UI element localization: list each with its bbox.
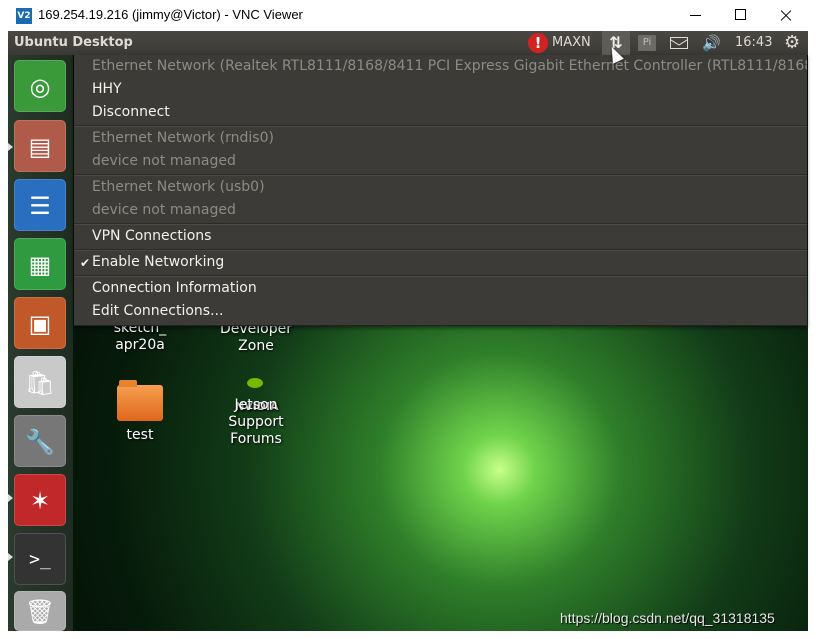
menu-separator [74, 275, 807, 277]
menu-item-ethernet-rndis0: Ethernet Network (rndis0) [92, 130, 274, 146]
desktop-icon-label: apr20a [115, 337, 165, 353]
presentation-icon: ▣ [28, 310, 52, 338]
top-panel: Ubuntu Desktop ! MAXN ⇅ Pi 🔊 16:43 ⚙ [8, 31, 808, 55]
menu-item-connection-information[interactable]: Connection Information [92, 280, 257, 296]
writer-button[interactable]: ☰ [14, 179, 66, 231]
running-indicator [8, 143, 13, 151]
network-menu: Ethernet Network (Realtek RTL8111/8168/8… [74, 55, 807, 326]
menu-item-enable-networking[interactable]: Enable Networking [92, 254, 224, 270]
trash-icon: 🗑 [24, 598, 56, 626]
wrench-gear-icon: 🔧 [25, 428, 55, 456]
file-cabinet-icon: ▤ [28, 133, 52, 161]
menu-item-disconnect[interactable]: Disconnect [92, 104, 170, 120]
window-bottom-border [0, 631, 816, 639]
maximize-button[interactable] [717, 0, 763, 31]
software-center-button[interactable]: 🛍 [14, 356, 66, 408]
menu-item-ethernet-realtek: Ethernet Network (Realtek RTL8111/8168/8… [92, 58, 807, 74]
close-button[interactable] [762, 0, 808, 31]
calc-button[interactable]: ▦ [14, 238, 66, 290]
minimize-button[interactable] [672, 0, 718, 31]
desktop-icon-label: Support [228, 414, 284, 430]
writer-document-icon: ☰ [29, 192, 51, 220]
desktop-icon-label: Zone [238, 338, 274, 354]
watermark: https://blog.csdn.net/qq_31318135 [560, 610, 775, 626]
window-left-border [0, 31, 8, 639]
shopping-bag-icon: 🛍 [24, 369, 56, 397]
mail-icon[interactable] [670, 37, 688, 49]
running-indicator [8, 494, 13, 502]
spider-web-icon: ✶ [29, 487, 51, 515]
desktop-icon-label: test [126, 427, 154, 443]
window-title-bar: V2 169.254.19.216 (jimmy@Victor) - VNC V… [0, 0, 816, 32]
gear-icon[interactable]: ⚙ [784, 32, 800, 56]
impress-button[interactable]: ▣ [14, 297, 66, 349]
desktop-icon-developer-zone[interactable]: Developer Zone [211, 321, 301, 355]
terminal-icon: >_ [29, 549, 51, 570]
menu-item-hhy[interactable]: HHY [92, 81, 122, 97]
spider-app-button[interactable]: ✶ [14, 474, 66, 526]
vnc-logo-icon: V2 [16, 8, 32, 24]
desktop-icon-test[interactable]: test [95, 380, 185, 444]
menu-separator [74, 174, 807, 176]
menu-separator [74, 249, 807, 251]
running-indicator [8, 553, 13, 561]
maximize-icon [735, 9, 746, 20]
terminal-button[interactable]: >_ [14, 533, 66, 585]
panel-title: Ubuntu Desktop [14, 35, 133, 50]
system-settings-button[interactable]: 🔧 [14, 415, 66, 467]
spreadsheet-icon: ▦ [28, 251, 52, 279]
menu-item-edit-connections[interactable]: Edit Connections... [92, 303, 223, 319]
check-icon: ✔ [80, 256, 91, 270]
desktop-icon-label: Jetson [234, 397, 278, 413]
menu-item-rndis0-status: device not managed [92, 153, 236, 169]
alert-icon[interactable]: ! [528, 33, 548, 53]
menu-separator [74, 125, 807, 127]
desktop-icon-label: Forums [230, 431, 282, 447]
nvidia-logo-icon: NVIDIA [235, 373, 279, 413]
trash-button[interactable]: 🗑 [14, 591, 66, 631]
window-right-border [808, 31, 816, 639]
menu-item-ethernet-usb0: Ethernet Network (usb0) [92, 179, 265, 195]
menu-separator [74, 223, 807, 225]
minimize-icon [690, 15, 701, 16]
desktop-icon-jetson-forums[interactable]: NVIDIA Jetson Support Forums [211, 373, 301, 448]
folder-icon [117, 380, 163, 421]
files-button[interactable]: ▤ [14, 120, 66, 172]
ubuntu-logo-icon: ◎ [29, 73, 51, 101]
launcher: ◎ ▤ ☰ ▦ ▣ 🛍 🔧 ✶ >_ 🗑 [8, 55, 73, 631]
ubuntu-dash-button[interactable]: ◎ [14, 60, 66, 112]
window-title: 169.254.19.216 (jimmy@Victor) - VNC View… [38, 7, 303, 22]
pi-indicator-icon[interactable]: Pi [638, 35, 656, 51]
menu-item-vpn-connections[interactable]: VPN Connections [92, 228, 211, 244]
menu-item-usb0-status: device not managed [92, 202, 236, 218]
